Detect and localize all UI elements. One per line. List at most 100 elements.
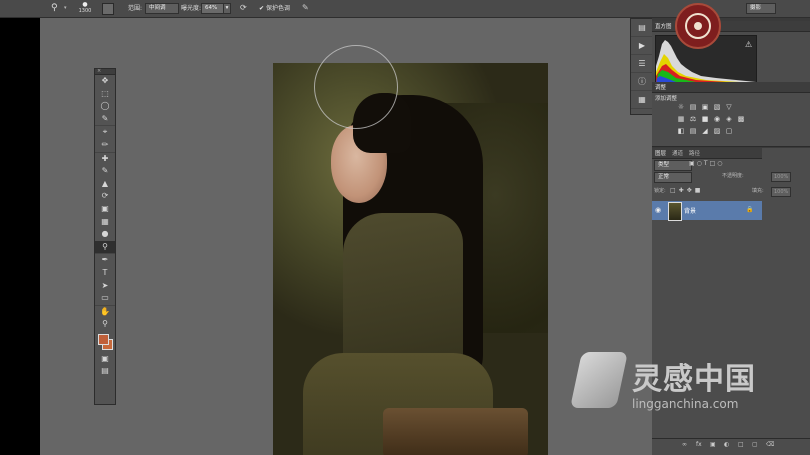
history-brush-tool-icon[interactable]: ⟳ (95, 190, 115, 203)
opacity-input[interactable]: 100% (771, 172, 791, 182)
invert-icon[interactable]: ◧ (676, 127, 686, 136)
quick-select-tool-icon[interactable]: ✎ (95, 113, 115, 126)
layer-thumbnail (668, 202, 682, 221)
link-layers-icon[interactable]: ∞ (682, 441, 687, 448)
blend-mode-select[interactable]: 正常 (654, 172, 692, 183)
adjustments-row-2: ▦ ⚖ ■ ◉ ◈ ▩ (676, 115, 748, 124)
histogram-tab[interactable]: 直方图 (655, 22, 672, 30)
color-lookup-icon[interactable]: ▩ (736, 115, 746, 124)
range-select[interactable]: 中间调 (145, 3, 179, 14)
eye-icon[interactable]: ◉ (655, 206, 661, 214)
actions-panel-icon[interactable]: ▶ (631, 37, 653, 55)
blur-tool-icon[interactable]: ● (95, 228, 115, 241)
close-icon[interactable]: × (97, 68, 101, 74)
photo-filter-icon[interactable]: ◉ (712, 115, 722, 124)
brush-presets-panel-icon[interactable]: ☰ (631, 55, 653, 73)
zoom-icon: ⚲ (51, 3, 58, 13)
black-white-icon[interactable]: ■ (700, 115, 710, 124)
path-select-tool-icon[interactable]: ➤ (95, 280, 115, 293)
quick-mask-icon[interactable]: ▣ (95, 353, 115, 366)
type-tool-icon[interactable]: T (95, 267, 115, 280)
layer-filter-select[interactable]: 类型 (654, 160, 692, 171)
exposure-label: 曝光度: (181, 5, 202, 12)
tab-channels[interactable]: 通道 (672, 149, 683, 157)
screen-mode-icon[interactable]: ▤ (95, 365, 115, 378)
clone-stamp-tool-icon[interactable]: ▲ (95, 178, 115, 191)
warning-icon[interactable]: ⚠ (745, 40, 752, 49)
threshold-icon[interactable]: ◢ (700, 127, 710, 136)
eraser-tool-icon[interactable]: ▣ (95, 203, 115, 216)
range-label: 范围: (128, 5, 143, 12)
layer-row-background[interactable]: ◉ 背景 🔒 (652, 201, 762, 221)
history-panel-icon[interactable]: ▤ (631, 19, 653, 37)
protect-tones-checkbox[interactable]: ✔ 保护色调 (259, 3, 290, 14)
adjustments-subtitle: 添加调整 (655, 96, 678, 102)
lock-icons[interactable]: □✚✥■ (670, 187, 703, 194)
rectangle-tool-icon[interactable]: ▭ (95, 292, 115, 305)
tab-layers[interactable]: 图层 (655, 149, 666, 157)
posterize-icon[interactable]: ▤ (688, 127, 698, 136)
properties-panel-icon[interactable]: ▦ (631, 91, 653, 109)
gradient-map-icon[interactable]: ▨ (712, 127, 722, 136)
dodge-tool-icon[interactable]: ⚲ (95, 240, 115, 254)
new-group-icon[interactable]: □ (738, 441, 744, 448)
fill-input[interactable]: 100% (771, 187, 791, 197)
fx-icon[interactable]: fx (696, 441, 702, 448)
watermark-logo-icon (570, 352, 628, 408)
pressure-icon[interactable]: ✎ (302, 3, 311, 12)
pen-tool-icon[interactable]: ✒ (95, 253, 115, 267)
tab-paths[interactable]: 路径 (689, 149, 700, 157)
channel-mixer-icon[interactable]: ◈ (724, 115, 734, 124)
delete-layer-icon[interactable]: ⌫ (766, 441, 774, 448)
marquee-tool-icon[interactable]: ⬚ (95, 88, 115, 101)
airbrush-icon[interactable]: ⟳ (240, 3, 249, 12)
logo-badge (675, 3, 721, 49)
hand-tool-icon[interactable]: ✋ (95, 304, 115, 319)
adjustments-panel: 调整 添加调整 ☼ ▤ ▣ ▧ ▽ ▦ ⚖ ■ ◉ ◈ ▩ ◧ ▤ ◢ ▨ ▢ (652, 82, 810, 147)
watermark-en: lingganchina.com (632, 397, 739, 411)
color-balance-icon[interactable]: ⚖ (688, 115, 698, 124)
zoom-tool-icon[interactable]: ⚲ (95, 318, 115, 331)
opacity-value: 100% (774, 174, 789, 180)
lasso-tool-icon[interactable]: ◯ (95, 100, 115, 113)
layer-filter-icons[interactable]: ▣○T□○ (689, 160, 724, 167)
tools-panel: × ✥ ⬚ ◯ ✎ ⌖ ✏ ✚ ✎ ▲ ⟳ ▣ ▦ ● ⚲ ✒ T ➤ ▭ ✋ … (94, 68, 116, 405)
adjustment-layer-icon[interactable]: ◐ (724, 441, 729, 448)
eyedropper-tool-icon[interactable]: ✏ (95, 139, 115, 152)
foreground-color-swatch[interactable] (98, 333, 109, 345)
adjustments-row-1: ☼ ▤ ▣ ▧ ▽ (676, 103, 736, 112)
exposure-dropdown[interactable]: ▾ (223, 3, 231, 14)
crop-tool-icon[interactable]: ⌖ (95, 125, 115, 139)
gradient-tool-icon[interactable]: ▦ (95, 216, 115, 229)
fill-value: 100% (774, 189, 789, 195)
brush-tool-icon[interactable]: ✎ (95, 165, 115, 178)
photo-stool (383, 408, 528, 455)
brush-size-value: 1300 (78, 8, 92, 14)
vibrance-icon[interactable]: ▽ (724, 103, 734, 112)
brush-cursor (314, 45, 398, 129)
exposure-icon[interactable]: ▧ (712, 103, 722, 112)
brightness-icon[interactable]: ☼ (676, 103, 686, 112)
watermark-cn: 灵感中国 (632, 362, 756, 397)
layers-panel-footer: ∞ fx ▣ ◐ □ ▢ ⌫ (652, 438, 810, 452)
tool-preset-picker[interactable]: ⚲ ▾ (51, 2, 73, 14)
document-image[interactable] (273, 63, 548, 455)
protect-tones-label: 保护色调 (266, 5, 291, 12)
levels-icon[interactable]: ▤ (688, 103, 698, 112)
layer-name[interactable]: 背景 (684, 206, 696, 215)
workspace-select[interactable]: 摄影 (746, 3, 776, 14)
add-mask-icon[interactable]: ▣ (710, 441, 716, 448)
brush-panel-button[interactable] (102, 3, 114, 15)
new-layer-icon[interactable]: ▢ (752, 441, 758, 448)
selective-color-icon[interactable]: ▢ (724, 127, 734, 136)
hue-saturation-icon[interactable]: ▦ (676, 115, 686, 124)
healing-brush-tool-icon[interactable]: ✚ (95, 151, 115, 166)
info-panel-icon[interactable]: ⓘ (631, 73, 653, 91)
brush-size-picker[interactable]: ● 1300 (76, 2, 94, 15)
adjustments-tab[interactable]: 调整 (655, 83, 666, 91)
chevron-down-icon: ▾ (64, 5, 67, 11)
color-swatches[interactable] (95, 331, 115, 353)
curves-icon[interactable]: ▣ (700, 103, 710, 112)
move-tool-icon[interactable]: ✥ (95, 75, 115, 88)
lock-icon: 🔒 (746, 206, 754, 213)
